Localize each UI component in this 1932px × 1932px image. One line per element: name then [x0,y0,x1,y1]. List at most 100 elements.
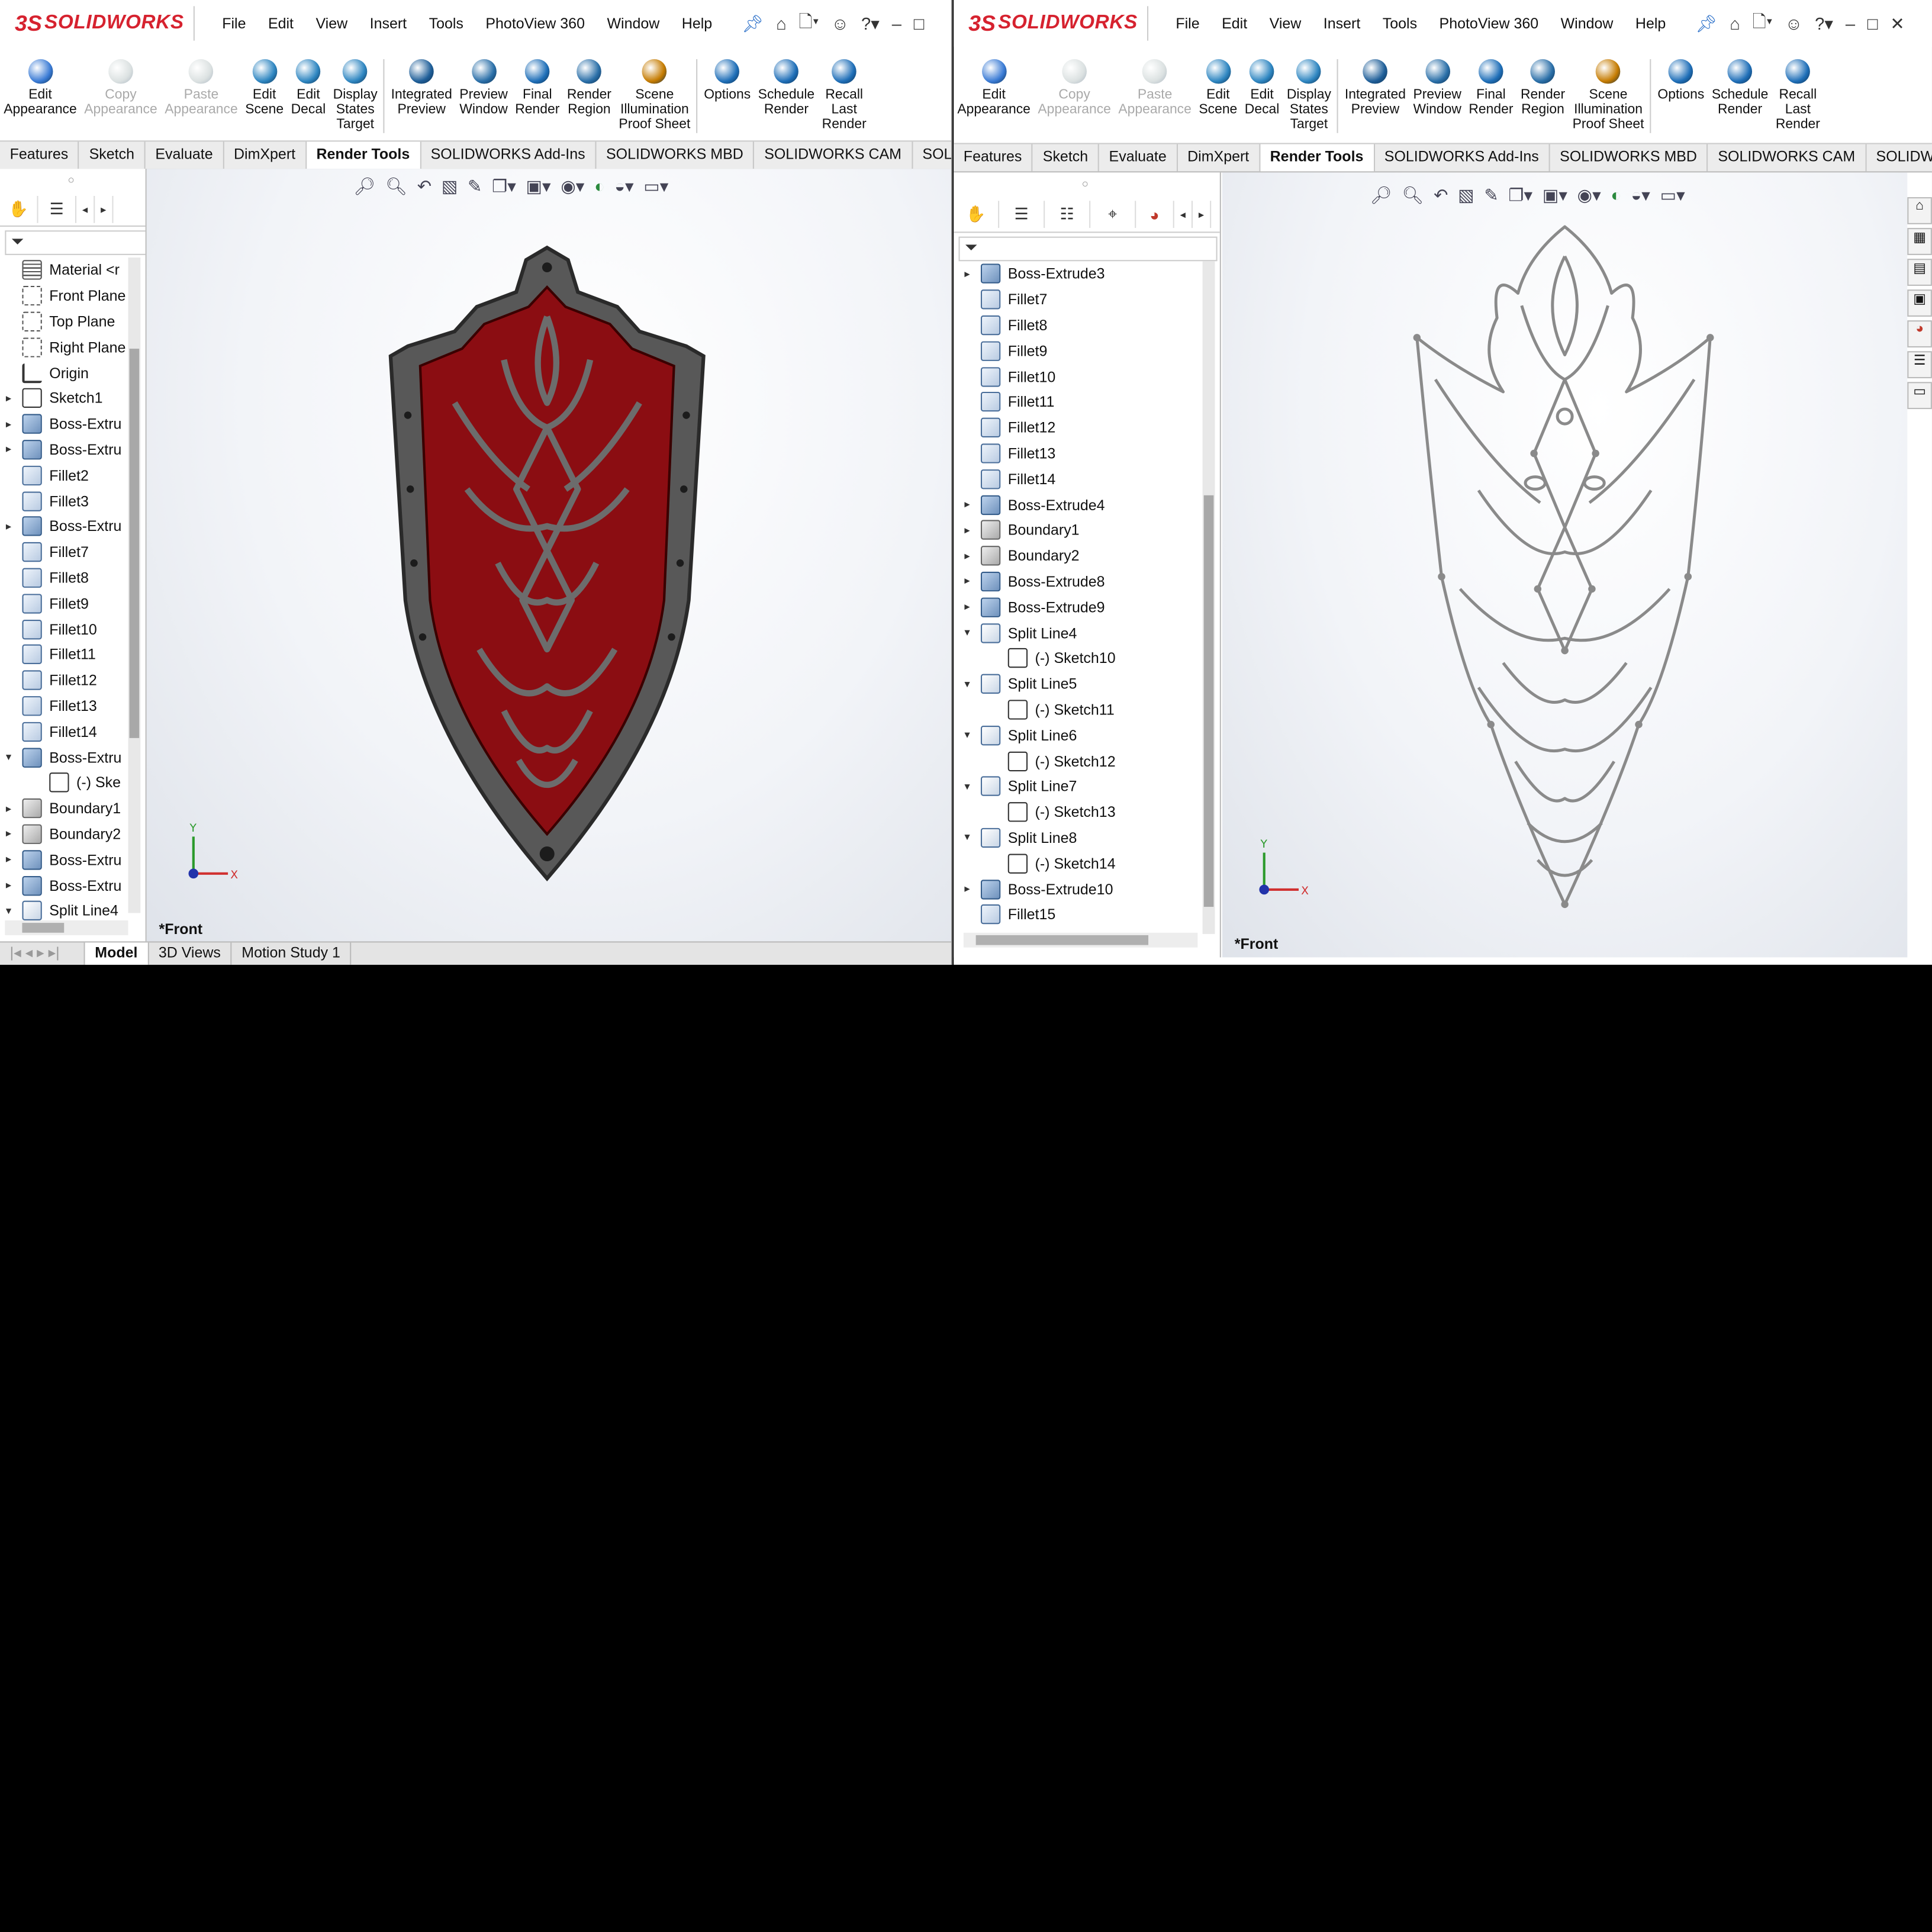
tree-item[interactable]: Front Plane [0,283,125,308]
display-states-button[interactable]: Display States Target [1283,49,1335,132]
scene-illumination-button[interactable]: Scene Illumination Proof Sheet [1569,49,1647,132]
appearances-icon[interactable]: ◕ [1907,320,1932,348]
dimxpert-manager-tab-icon[interactable]: ⌖ [1090,201,1136,228]
options-button[interactable]: Options [700,49,754,102]
tree-item[interactable]: Fillet12 [958,415,1115,440]
maximize-icon[interactable]: □ [1867,14,1878,33]
integrated-preview-button[interactable]: Integrated Preview [1341,49,1410,117]
expand-arrow-icon[interactable]: ▸ [958,600,975,614]
view-orientation-icon[interactable]: ❐▾ [492,176,516,197]
tree-item[interactable]: Fillet2 [0,462,125,488]
tree-item[interactable]: ▾ Split Line4 [958,620,1115,645]
menu-photoview[interactable]: PhotoView 360 [485,15,585,32]
preview-window-button[interactable]: Preview Window [1409,49,1465,117]
tree-item[interactable]: (-) Sketch10 [958,646,1116,671]
menu-tools[interactable]: Tools [429,15,463,32]
graphics-viewport[interactable]: 🔎︎ 🔍︎ ↶ ▧ ✎ ❐▾ ▣▾ ◉▾ ◐ ◒▾ ▭▾ Y X *Front [146,169,951,943]
home-icon[interactable]: ⌂ [776,14,787,33]
menu-photoview[interactable]: PhotoView 360 [1440,15,1539,32]
expand-arrow-icon[interactable]: ▸ [0,827,17,841]
hide-show-icon[interactable]: ◉▾ [1577,185,1601,205]
tree-item[interactable]: (-) Sketch13 [958,799,1116,825]
zoom-area-icon[interactable]: 🔍︎ [385,176,407,197]
tab-addins[interactable]: SOLIDWORKS Add-Ins [1374,144,1550,172]
scroll-left-icon[interactable]: ◂ [1174,201,1193,228]
scroll-right-icon[interactable]: ▸ [1193,201,1212,228]
previous-view-icon[interactable]: ↶ [1434,185,1448,205]
schedule-render-button[interactable]: Schedule Render [1708,49,1772,117]
tab-render-tools[interactable]: Render Tools [1260,144,1375,172]
edit-appearance-view-icon[interactable]: ◐ [1611,185,1621,205]
expand-arrow-icon[interactable]: ▸ [0,443,17,456]
recall-render-button[interactable]: Recall Last Render [818,49,870,132]
expand-arrow-icon[interactable]: ▸ [0,520,17,533]
feature-manager-tab-icon[interactable]: ✋ [954,201,1000,228]
tree-item[interactable]: Fillet14 [958,466,1115,492]
collapse-arrow-icon[interactable]: ▾ [0,751,17,764]
tree-item[interactable]: Fillet10 [0,616,125,642]
collapse-arrow-icon[interactable]: ▾ [958,677,975,691]
help-icon[interactable]: ?▾ [1815,13,1833,34]
minimize-icon[interactable]: – [892,14,901,33]
tree-item[interactable]: ▾ Split Line8 [958,825,1115,851]
tree-item[interactable]: Fillet13 [0,693,125,719]
custom-properties-icon[interactable]: ☰ [1907,351,1932,379]
tab-sketch[interactable]: Sketch [79,141,146,169]
tab-3d-views[interactable]: 3D Views [149,942,232,965]
expand-arrow-icon[interactable]: ▸ [0,801,17,815]
expand-arrow-icon[interactable]: ▸ [958,498,975,511]
dynamic-annotation-icon[interactable]: ✎ [468,176,482,197]
previous-view-icon[interactable]: ↶ [417,176,432,197]
paste-appearance-button[interactable]: Paste Appearance [1115,49,1195,117]
hide-show-icon[interactable]: ◉▾ [561,176,584,197]
tree-item[interactable]: ▸ Boss-Extrude4 [958,492,1115,517]
tree-item[interactable]: Fillet14 [0,719,125,744]
zoom-area-icon[interactable]: 🔍︎ [1402,185,1424,205]
tree-hscroll-thumb[interactable] [22,923,65,933]
tab-cam[interactable]: SOLIDWORKS CAM [755,141,913,169]
menu-view[interactable]: View [1270,15,1302,32]
tree-item[interactable]: Fillet9 [958,338,1115,363]
copy-appearance-button[interactable]: Copy Appearance [80,49,161,117]
file-explorer-icon[interactable]: ▤ [1907,259,1932,286]
expand-arrow-icon[interactable]: ▸ [0,392,17,405]
recall-render-button[interactable]: Recall Last Render [1772,49,1824,132]
section-view-icon[interactable]: ▧ [1458,185,1474,205]
tree-item[interactable]: ▸ Boss-Extru [0,847,125,872]
view-orientation-icon[interactable]: ❐▾ [1508,185,1532,205]
final-render-button[interactable]: Final Render [1465,49,1517,117]
scroll-right-icon[interactable]: ▸ [95,195,114,223]
zoom-to-fit-icon[interactable]: 🔎︎ [353,176,375,197]
menu-edit[interactable]: Edit [268,15,294,32]
collapse-arrow-icon[interactable]: ▾ [958,831,975,845]
tree-item[interactable]: ▸ Boss-Extrude9 [958,594,1115,620]
tree-item[interactable]: Fillet10 [958,363,1115,389]
menu-edit[interactable]: Edit [1222,15,1247,32]
menu-window[interactable]: Window [607,15,659,32]
tree-item[interactable]: Fillet11 [958,389,1115,415]
tree-filter[interactable]: ⏷ [958,236,1218,262]
tab-inspection[interactable]: SOLIDWORKS Inspection [1866,144,1932,172]
edit-appearance-button[interactable]: Edit Appearance [0,49,80,117]
tree-item[interactable]: ▸ Boss-Extru [0,437,125,462]
menu-view[interactable]: View [315,15,347,32]
tab-dimxpert[interactable]: DimXpert [1177,144,1260,172]
tab-mbd[interactable]: SOLIDWORKS MBD [1550,144,1708,172]
tree-item[interactable]: ▸ Boss-Extru [0,411,125,437]
tab-features[interactable]: Features [0,141,79,169]
expand-arrow-icon[interactable]: ▸ [958,523,975,537]
tree-item[interactable]: ▸ Boss-Extru [0,514,125,539]
display-style-icon[interactable]: ▣▾ [1543,185,1567,205]
render-region-button[interactable]: Render Region [1517,49,1569,117]
scene-illumination-button[interactable]: Scene Illumination Proof Sheet [615,49,694,132]
tree-item[interactable]: ▸ Boss-Extrude10 [958,876,1115,901]
menu-tools[interactable]: Tools [1383,15,1417,32]
tree-item[interactable]: Fillet9 [0,591,125,616]
menu-window[interactable]: Window [1561,15,1614,32]
tab-render-tools[interactable]: Render Tools [306,141,421,169]
tree-item[interactable]: Fillet8 [958,313,1115,338]
tree-hscrollbar[interactable] [5,920,128,935]
tree-item[interactable]: ▸ Boundary2 [958,543,1115,568]
tree-item[interactable]: Right Plane [0,334,125,360]
user-icon[interactable]: ☺ [1785,14,1803,33]
